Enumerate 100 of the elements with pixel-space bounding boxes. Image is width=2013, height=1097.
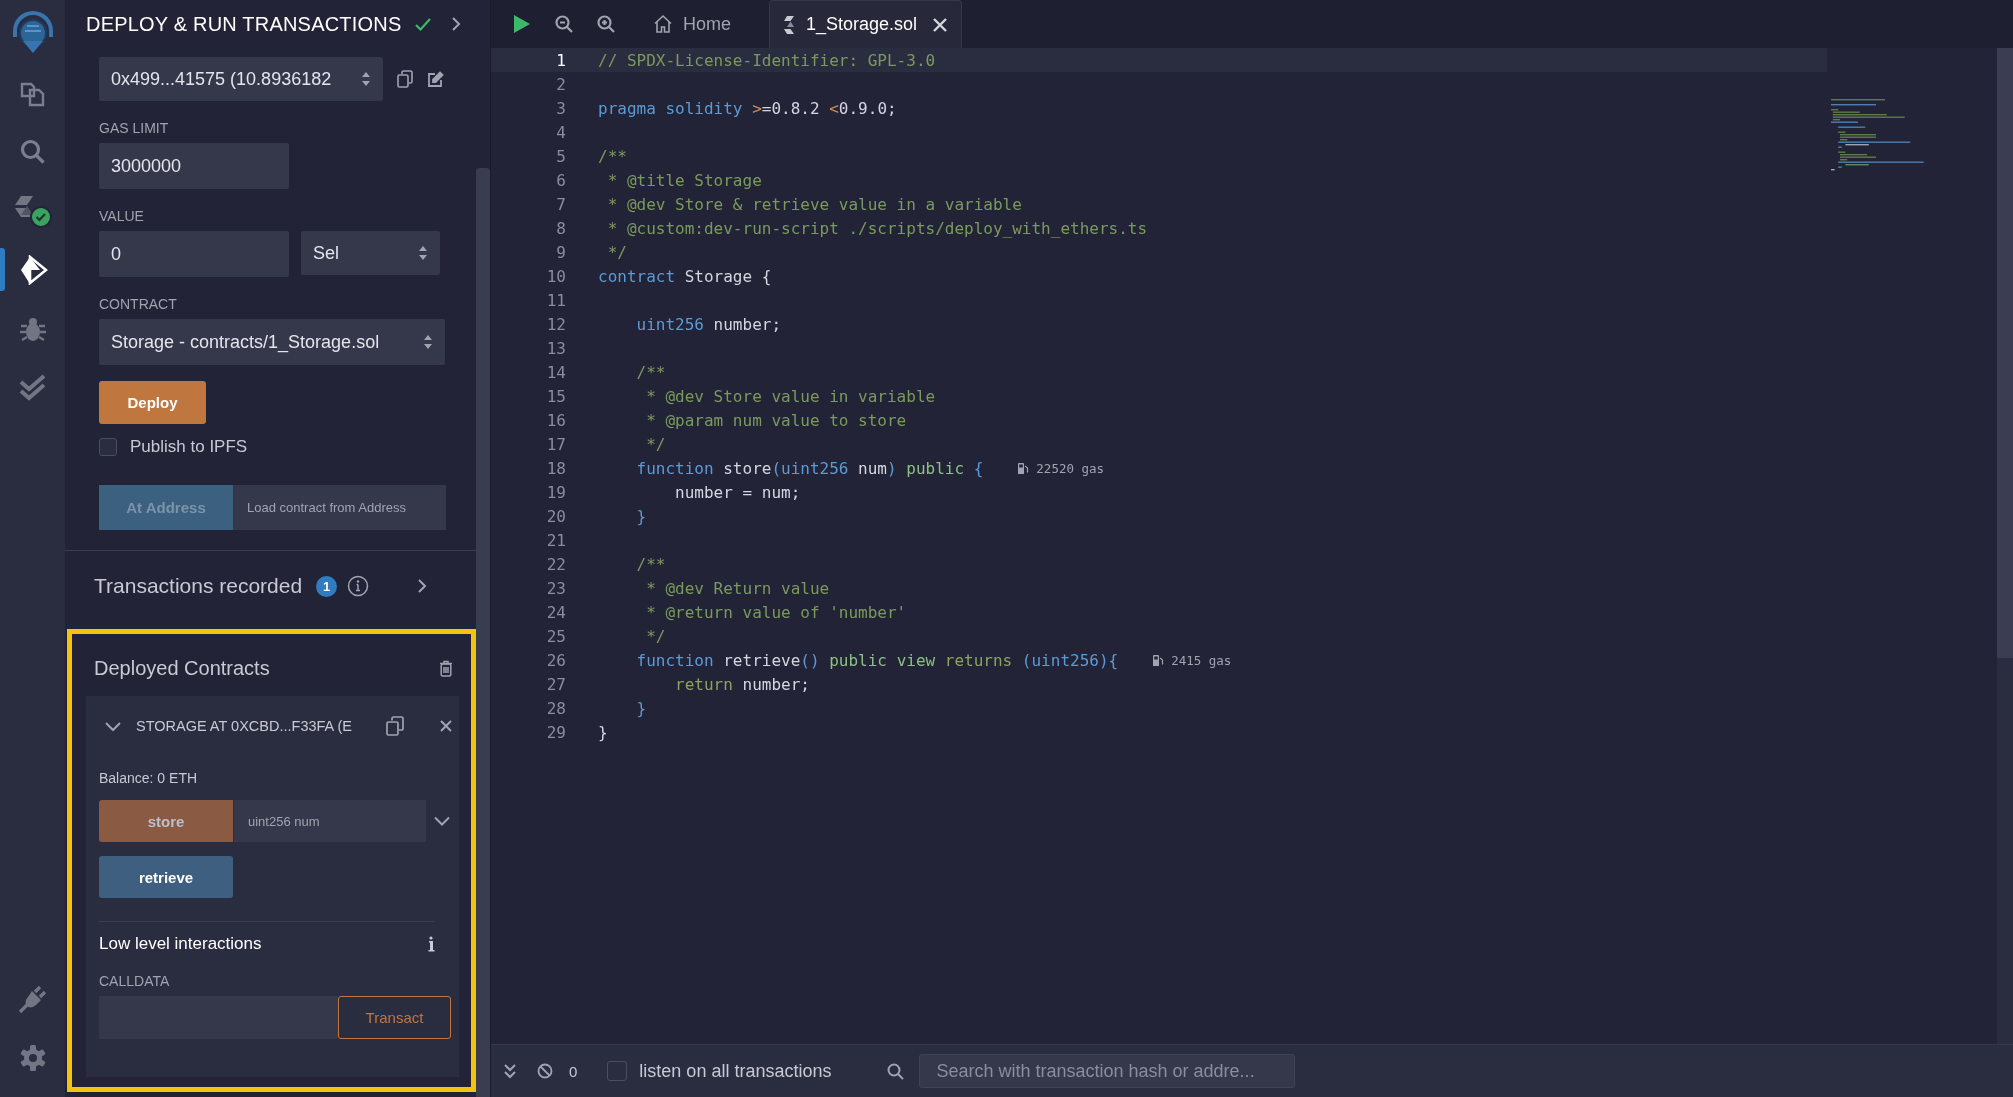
publish-checkbox[interactable] [99, 438, 117, 456]
listen-checkbox[interactable] [607, 1061, 628, 1081]
search-icon[interactable] [887, 1062, 905, 1080]
code-line: */ [645, 626, 666, 646]
deploy-button[interactable]: Deploy [99, 381, 206, 424]
code-line: */ [606, 242, 627, 262]
line-number: 27 [545, 674, 566, 694]
code-line: /** [635, 362, 666, 382]
contract-label: CONTRACT [99, 295, 177, 313]
code-line: function store(uint256 num) public { [635, 458, 984, 478]
gas-limit-label: GAS LIMIT [99, 119, 169, 137]
calldata-field[interactable] [99, 996, 338, 1039]
pending-count: 0 [569, 1062, 578, 1080]
line-number: 28 [545, 698, 566, 718]
line-number: 8 [555, 218, 566, 238]
line-number: 9 [555, 242, 566, 262]
code-line: pragma solidity >=0.8.2 <0.9.0; [598, 98, 897, 118]
section-title: Deployed Contracts [94, 656, 270, 680]
line-number: 19 [545, 482, 566, 502]
close-icon[interactable] [933, 17, 948, 32]
line-number: 3 [555, 98, 566, 118]
close-icon[interactable] [440, 720, 452, 732]
transact-button[interactable]: Transact [338, 996, 451, 1039]
info-icon[interactable] [347, 575, 370, 597]
play-icon[interactable] [513, 14, 531, 34]
zoom-in-icon[interactable] [597, 15, 615, 33]
code-line: /** [635, 554, 666, 574]
contract-instance-name[interactable]: STORAGE AT 0XCBD...F33FA (E [136, 718, 352, 734]
low-level-title: Low level interactions [99, 934, 262, 954]
transactions-recorded-label: Transactions recorded [94, 574, 303, 598]
gas-limit-field[interactable]: 3000000 [99, 143, 289, 189]
collapse-icon[interactable] [503, 1063, 517, 1079]
home-icon [653, 14, 673, 34]
checkmark-icon [415, 17, 432, 31]
updown-arrows-icon [423, 334, 433, 350]
code-line: /** [598, 146, 627, 166]
line-number: 26 [545, 650, 566, 670]
value-field[interactable]: 0 [99, 231, 289, 277]
chevron-right-icon[interactable] [451, 16, 462, 32]
line-number: 24 [545, 602, 566, 622]
line-number: 2 [555, 74, 566, 94]
settings-icon[interactable] [18, 1043, 47, 1072]
code-line: * @custom:dev-run-script ./scripts/deploy_with_ethers.ts [606, 218, 1148, 238]
line-number: 6 [555, 170, 566, 190]
info-icon[interactable] [427, 936, 435, 952]
line-number: 12 [545, 314, 566, 334]
line-number: 5 [555, 146, 566, 166]
line-number: 1 [555, 50, 566, 70]
gas-estimate: 22520 gas [1036, 460, 1105, 476]
code-line: * @title Storage [606, 170, 762, 190]
code-line: number = num; [674, 482, 801, 502]
scrollbar-thumb[interactable] [476, 168, 490, 1097]
count-badge: 1 [316, 575, 338, 597]
chevron-right-icon[interactable] [417, 578, 428, 594]
line-number: 11 [545, 290, 566, 310]
argument-field[interactable]: uint256 num [234, 800, 426, 842]
updown-arrows-icon [361, 71, 371, 87]
code-line: * @dev Return value [645, 578, 830, 598]
panel-title: DEPLOY & RUN TRANSACTIONS [86, 12, 402, 36]
line-number: 18 [545, 458, 566, 478]
line-number: 4 [555, 122, 566, 142]
editor-tab[interactable]: Home [639, 0, 745, 48]
copy-icon[interactable] [397, 70, 413, 88]
line-number: 14 [545, 362, 566, 382]
line-number: 7 [555, 194, 566, 214]
line-number: 16 [545, 410, 566, 430]
code-line: contract Storage { [598, 266, 772, 286]
code-line: return number; [674, 674, 810, 694]
chevron-down-icon[interactable] [434, 816, 450, 826]
plug-icon[interactable] [17, 983, 48, 1014]
search-icon[interactable] [18, 137, 47, 166]
trash-icon[interactable] [439, 659, 453, 677]
line-number: 17 [545, 434, 566, 454]
account-select[interactable]: 0x499...41575 (10.8936182 [99, 57, 383, 101]
line-number: 13 [545, 338, 566, 358]
function-button[interactable]: retrieve [99, 856, 233, 898]
unit-select[interactable]: Sel [301, 231, 440, 275]
updown-arrows-icon [418, 245, 428, 261]
line-number: 25 [545, 626, 566, 646]
line-number: 20 [545, 506, 566, 526]
code-line: * @dev Store value in variable [645, 386, 936, 406]
gas-pump-icon [1017, 461, 1030, 475]
listen-label: listen on all transactions [639, 1060, 832, 1082]
file-icon [784, 15, 796, 34]
selection-marker [0, 248, 5, 291]
copy-icon[interactable] [386, 716, 404, 736]
search-field[interactable]: Search with transaction hash or addre... [919, 1054, 1296, 1088]
scrollbar-thumb[interactable] [1997, 48, 2013, 658]
editor-tab[interactable]: 1_Storage.sol [769, 0, 963, 48]
contract-select[interactable]: Storage - contracts/1_Storage.sol [99, 319, 445, 365]
code-line: // SPDX-License-Identifier: GPL-3.0 [598, 50, 936, 70]
line-number: 15 [545, 386, 566, 406]
code-line: } [635, 506, 647, 526]
edit-icon[interactable] [427, 70, 444, 88]
double-check-icon[interactable] [17, 373, 48, 402]
publish-label: Publish to IPFS [130, 437, 248, 457]
zoom-out-icon[interactable] [555, 15, 573, 33]
code-line: } [635, 698, 647, 718]
clear-icon[interactable] [537, 1063, 553, 1079]
code-line: } [598, 722, 608, 742]
